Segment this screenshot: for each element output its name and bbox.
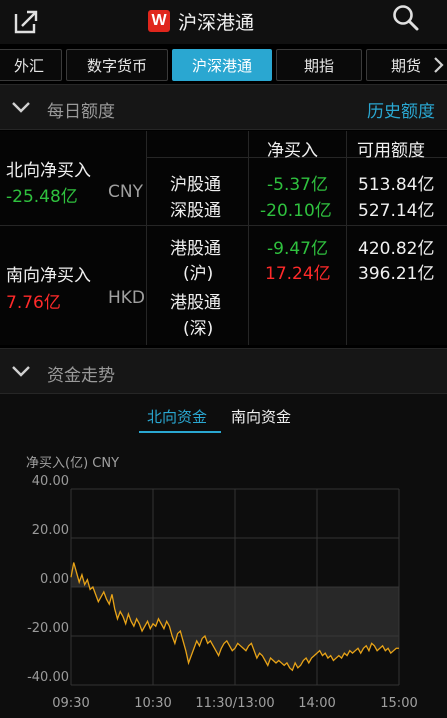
sz-connect-net: -20.10亿 bbox=[260, 201, 332, 221]
northbound-label: 北向净买入 bbox=[6, 161, 91, 181]
hk-connect-sz-suffix: (深) bbox=[183, 319, 214, 339]
net-buy-column-header: 净买入 bbox=[267, 141, 318, 161]
hk-connect-sz-name: 港股通 bbox=[170, 293, 221, 313]
divider bbox=[346, 131, 347, 345]
fund-trend-header[interactable]: 资金走势 bbox=[0, 348, 447, 394]
x-tick-label: 11:30/13:00 bbox=[195, 696, 274, 711]
hk-connect-sz-available: 396.21亿 bbox=[358, 264, 435, 284]
southbound-label: 南向净买入 bbox=[6, 266, 91, 286]
x-tick-label: 14:00 bbox=[298, 696, 335, 711]
fund-trend-title: 资金走势 bbox=[47, 366, 115, 386]
x-tick-label: 10:30 bbox=[134, 696, 171, 711]
southbound-value: 7.76亿 bbox=[6, 293, 61, 313]
northbound-currency: CNY bbox=[108, 182, 143, 202]
fund-flow-chart[interactable]: 40.00 20.00 0.00 -20.00 -40.00 09:30 10:30 11:3… bbox=[0, 394, 447, 718]
divider bbox=[0, 225, 447, 226]
history-quota-link[interactable]: 历史额度 bbox=[367, 97, 435, 122]
daily-quota-title: 每日额度 bbox=[47, 102, 115, 122]
app-title-group: W 沪深港通 bbox=[148, 7, 254, 35]
y-tick-label: -20.00 bbox=[27, 621, 69, 636]
y-tick-label: -40.00 bbox=[27, 670, 69, 685]
y-tick-label: 40.00 bbox=[32, 474, 69, 489]
divider bbox=[146, 131, 147, 345]
chevron-right-icon[interactable] bbox=[430, 54, 447, 76]
sh-connect-available: 513.84亿 bbox=[358, 175, 435, 195]
app-logo-icon: W bbox=[148, 10, 170, 32]
page-title: 沪深港通 bbox=[178, 11, 255, 34]
chevron-down-icon[interactable] bbox=[10, 99, 32, 117]
hk-connect-sh-available: 420.82亿 bbox=[358, 239, 435, 259]
quota-table: 净买入 可用额度 北向净买入 -25.48亿 CNY 沪股通 -5.37亿 51… bbox=[0, 131, 447, 345]
tab-index-futures[interactable]: 期指 bbox=[276, 49, 362, 81]
sz-connect-available: 527.14亿 bbox=[358, 201, 435, 221]
x-tick-label: 09:30 bbox=[52, 696, 89, 711]
divider bbox=[248, 131, 249, 345]
hk-connect-sh-net: -9.47亿 bbox=[267, 239, 328, 259]
y-tick-label: 0.00 bbox=[40, 572, 69, 587]
y-tick-label: 20.00 bbox=[32, 523, 69, 538]
sh-connect-name: 沪股通 bbox=[170, 175, 221, 195]
top-bar: W 沪深港通 bbox=[0, 0, 447, 44]
southbound-currency: HKD bbox=[108, 288, 146, 308]
available-quota-column-header: 可用额度 bbox=[357, 141, 425, 161]
fund-trend-panel: 北向资金 南向资金 净买入(亿) CNY 40.00 20.00 0.00 -20.0… bbox=[0, 394, 447, 718]
sh-connect-net: -5.37亿 bbox=[267, 175, 328, 195]
tab-forex[interactable]: 外汇 bbox=[0, 49, 62, 81]
hk-connect-sh-name: 港股通 bbox=[170, 239, 221, 259]
tab-stock-connect[interactable]: 沪深港通 bbox=[172, 49, 272, 81]
share-icon[interactable] bbox=[10, 6, 40, 36]
daily-quota-header[interactable]: 每日额度 历史额度 bbox=[0, 84, 447, 130]
northbound-value: -25.48亿 bbox=[6, 187, 78, 207]
hk-connect-sz-net: 17.24亿 bbox=[265, 264, 331, 284]
search-icon[interactable] bbox=[391, 3, 421, 33]
category-tabs: 外汇 数字货币 沪深港通 期指 期货 bbox=[0, 49, 447, 81]
sz-connect-name: 深股通 bbox=[170, 201, 221, 221]
chevron-down-icon[interactable] bbox=[10, 363, 32, 381]
tab-crypto[interactable]: 数字货币 bbox=[66, 49, 168, 81]
hk-connect-sh-suffix: (沪) bbox=[183, 264, 214, 284]
x-tick-label: 15:00 bbox=[380, 696, 417, 711]
